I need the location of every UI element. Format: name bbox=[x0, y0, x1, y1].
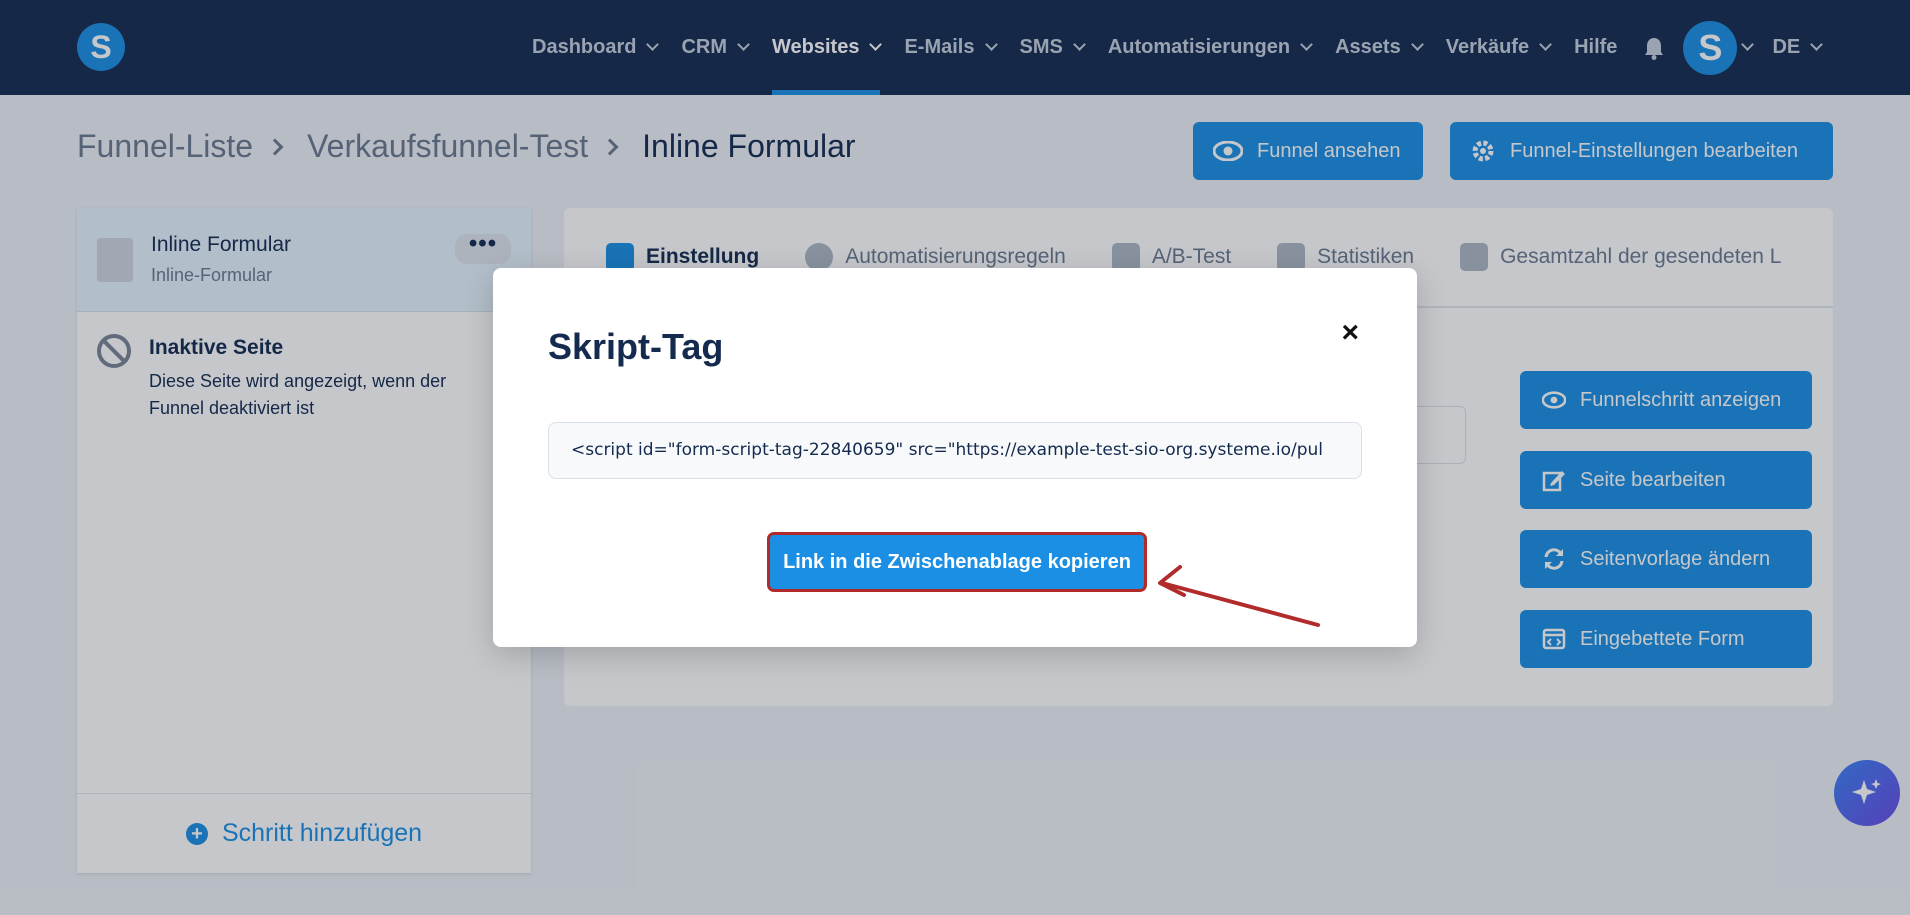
copy-to-clipboard-button[interactable]: Link in die Zwischenablage kopieren bbox=[767, 532, 1147, 592]
script-tag-field[interactable]: <script id="form-script-tag-22840659" sr… bbox=[548, 422, 1362, 479]
modal-title: Skript-Tag bbox=[548, 326, 724, 367]
copy-button-label: Link in die Zwischenablage kopieren bbox=[783, 550, 1131, 573]
annotation-arrow bbox=[1158, 565, 1320, 627]
close-icon[interactable]: × bbox=[1341, 318, 1359, 348]
